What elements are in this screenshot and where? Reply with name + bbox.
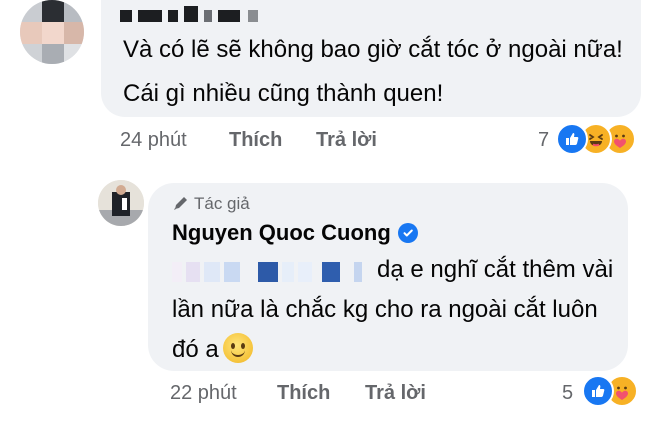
comment-timestamp[interactable]: 24 phút [120, 129, 187, 152]
like-icon [582, 375, 614, 407]
reply-reaction-count[interactable]: 5 [562, 382, 573, 405]
commenter-avatar-pixelated[interactable] [20, 0, 84, 64]
comment-text: Và có lẽ sẽ không bao giờ cắt tóc ở ngoà… [123, 36, 623, 107]
like-button[interactable]: Thích [229, 129, 282, 152]
reply-reply-button[interactable]: Trả lời [365, 382, 426, 405]
like-icon [556, 123, 588, 155]
author-badge: Tác giả [172, 194, 250, 217]
reply-like-button[interactable]: Thích [277, 382, 330, 405]
author-name[interactable]: Nguyen Quoc Cuong [172, 220, 391, 246]
smiley-emoji-icon [222, 333, 253, 363]
verified-badge-icon [398, 223, 418, 243]
commenter-name-redacted[interactable] [120, 2, 275, 22]
pencil-icon [172, 194, 190, 217]
author-avatar[interactable] [98, 180, 144, 226]
reply-text: dạ e nghĩ cắt thêm vài lần nữa là chắc k… [172, 256, 614, 363]
reply-timestamp[interactable]: 22 phút [170, 382, 237, 405]
reply-button[interactable]: Trả lời [316, 129, 377, 152]
reaction-count[interactable]: 7 [538, 129, 549, 152]
